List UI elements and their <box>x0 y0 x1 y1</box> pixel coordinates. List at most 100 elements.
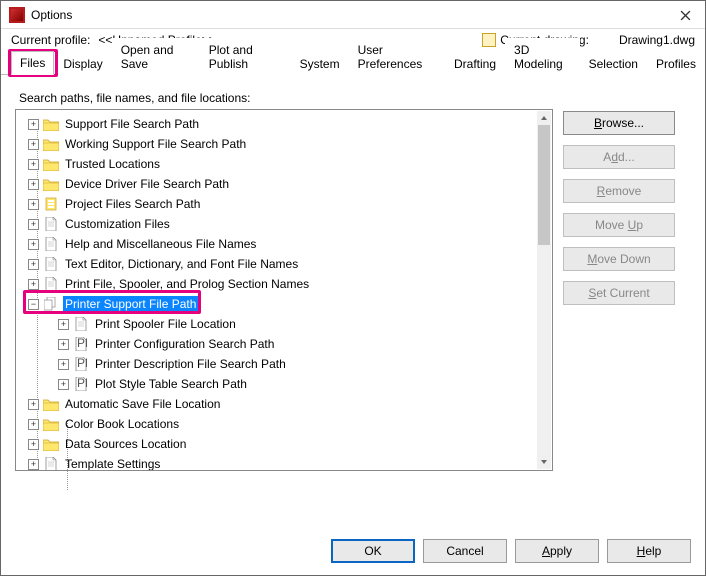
tree-node[interactable]: − Printer Support File Path <box>20 294 536 314</box>
svg-text:PLT: PLT <box>77 337 87 350</box>
tab-profiles[interactable]: Profiles <box>647 52 705 75</box>
tree-node[interactable]: +Template Settings <box>20 454 536 470</box>
dialog-buttons: OK Cancel Apply Help <box>331 539 691 563</box>
tree-node-label: Automatic Save File Location <box>63 396 222 412</box>
page-icon <box>43 277 59 291</box>
tab-display[interactable]: Display <box>54 52 111 75</box>
tree-node-label: Support File Search Path <box>63 116 201 132</box>
tree-view[interactable]: + Support File Search Path + Working Suppor… <box>15 109 553 471</box>
page-icon <box>73 317 89 331</box>
svg-text:PLT: PLT <box>77 357 87 370</box>
move-up-button[interactable]: Move Up <box>563 213 675 237</box>
tab-selection[interactable]: Selection <box>580 52 647 75</box>
expand-icon[interactable]: + <box>28 279 39 290</box>
expand-icon[interactable]: + <box>58 339 69 350</box>
scroll-down-button[interactable] <box>537 455 551 469</box>
tree-node[interactable]: + Customization Files <box>20 214 536 234</box>
tree-node-label: Print File, Spooler, and Prolog Section … <box>63 276 311 292</box>
expand-icon[interactable]: + <box>58 379 69 390</box>
tree-node-label: Data Sources Location <box>63 436 188 452</box>
expand-icon[interactable]: + <box>28 259 39 270</box>
copy-icon <box>43 297 59 311</box>
tab-strip: Files Display Open and Save Plot and Pub… <box>1 51 705 75</box>
tree-node-label: Device Driver File Search Path <box>63 176 231 192</box>
expand-icon[interactable]: − <box>28 299 39 310</box>
tree-node-label: Printer Description File Search Path <box>93 356 288 372</box>
folder-icon <box>43 437 59 451</box>
tab-files[interactable]: Files <box>11 51 54 75</box>
tree-node-label: Trusted Locations <box>63 156 162 172</box>
titlebar: Options <box>1 1 705 29</box>
tree-node[interactable]: + Project Files Search Path <box>20 194 536 214</box>
expand-icon[interactable]: + <box>28 439 39 450</box>
tree-node-label: Project Files Search Path <box>63 196 202 212</box>
tab-open-save[interactable]: Open and Save <box>112 38 200 75</box>
expand-icon[interactable]: + <box>58 319 69 330</box>
window-title: Options <box>31 8 697 22</box>
tab-plot-publish[interactable]: Plot and Publish <box>200 38 291 75</box>
tree-node[interactable]: + PLT Printer Description File Search Path <box>20 354 536 374</box>
tree-node[interactable]: + Working Support File Search Path <box>20 134 536 154</box>
expand-icon[interactable]: + <box>28 119 39 130</box>
remove-button[interactable]: Remove <box>563 179 675 203</box>
scrollbar[interactable] <box>537 111 551 469</box>
app-icon <box>9 7 25 23</box>
ok-button[interactable]: OK <box>331 539 415 563</box>
tree-node[interactable]: + PLT Printer Configuration Search Path <box>20 334 536 354</box>
plt-icon: PLT <box>73 377 89 391</box>
tree-node-label: Text Editor, Dictionary, and Font File N… <box>63 256 300 272</box>
tree-node-label: Printer Configuration Search Path <box>93 336 276 352</box>
apply-button[interactable]: Apply <box>515 539 599 563</box>
cancel-button[interactable]: Cancel <box>423 539 507 563</box>
drawing-icon <box>482 33 496 47</box>
expand-icon[interactable]: + <box>58 359 69 370</box>
add-button[interactable]: Add... <box>563 145 675 169</box>
set-current-button[interactable]: Set Current <box>563 281 675 305</box>
page-icon <box>43 237 59 251</box>
tree-node-label: Customization Files <box>63 216 172 232</box>
tree-node[interactable]: + Automatic Save File Location <box>20 394 536 414</box>
tree-node-label: Printer Support File Path <box>63 296 198 312</box>
folder-icon <box>43 417 59 431</box>
tree-node-label: Color Book Locations <box>63 416 181 432</box>
help-button[interactable]: Help <box>607 539 691 563</box>
tab-system[interactable]: System <box>291 52 349 75</box>
expand-icon[interactable]: + <box>28 159 39 170</box>
svg-text:PLT: PLT <box>77 377 87 390</box>
expand-icon[interactable]: + <box>28 459 39 470</box>
tab-user-pref[interactable]: User Preferences <box>349 38 445 75</box>
expand-icon[interactable]: + <box>28 179 39 190</box>
expand-icon[interactable]: + <box>28 399 39 410</box>
tree-node[interactable]: + Print File, Spooler, and Prolog Section… <box>20 274 536 294</box>
tree-node[interactable]: + Trusted Locations <box>20 154 536 174</box>
move-down-button[interactable]: Move Down <box>563 247 675 271</box>
expand-icon[interactable]: + <box>28 139 39 150</box>
tree-node[interactable]: + Color Book Locations <box>20 414 536 434</box>
scroll-up-button[interactable] <box>537 111 551 125</box>
page-icon <box>43 217 59 231</box>
tree-node[interactable]: + Text Editor, Dictionary, and Font File … <box>20 254 536 274</box>
close-button[interactable] <box>665 1 705 29</box>
current-profile-label: Current profile: <box>11 33 90 47</box>
tree-node[interactable]: + Data Sources Location <box>20 434 536 454</box>
side-buttons: Browse... Add... Remove Move Up Move Dow… <box>563 109 675 471</box>
expand-icon[interactable]: + <box>28 219 39 230</box>
expand-icon[interactable]: + <box>28 239 39 250</box>
tree-node[interactable]: + Device Driver File Search Path <box>20 174 536 194</box>
tree-node[interactable]: + PLT Plot Style Table Search Path <box>20 374 536 394</box>
tree-node[interactable]: + Support File Search Path <box>20 114 536 134</box>
section-label: Search paths, file names, and file locat… <box>19 91 691 105</box>
tree-node-label: Plot Style Table Search Path <box>93 376 249 392</box>
folder-icon <box>43 177 59 191</box>
expand-icon[interactable]: + <box>28 419 39 430</box>
proj-icon <box>43 197 59 211</box>
tree-node-label: Working Support File Search Path <box>63 136 248 152</box>
expand-icon[interactable]: + <box>28 199 39 210</box>
tree-node[interactable]: +Help and Miscellaneous File Names <box>20 234 536 254</box>
scroll-thumb[interactable] <box>538 125 550 245</box>
browse-button[interactable]: Browse... <box>563 111 675 135</box>
tab-3d-modeling[interactable]: 3D Modeling <box>505 38 580 75</box>
page-icon <box>43 457 59 470</box>
tab-drafting[interactable]: Drafting <box>445 52 505 75</box>
tree-node[interactable]: +Print Spooler File Location <box>20 314 536 334</box>
